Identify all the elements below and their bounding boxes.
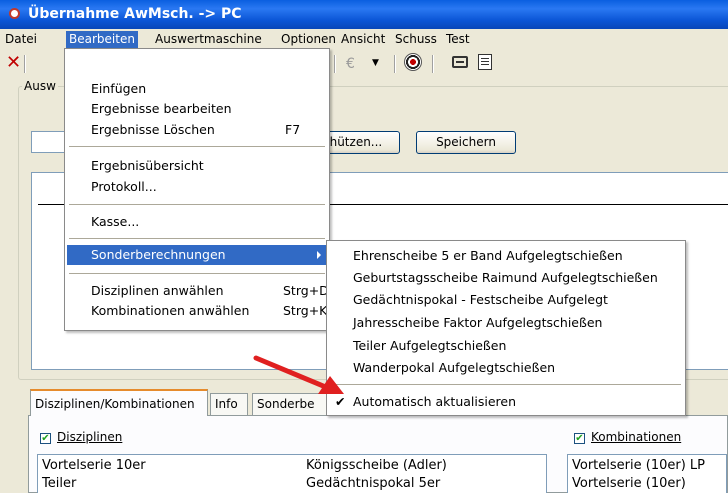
toolbar-separator xyxy=(394,55,396,73)
menu-item-label: Protokoll... xyxy=(91,179,157,194)
window-title: Übernahme AwMsch. -> PC xyxy=(28,6,242,22)
menu-test[interactable]: Test xyxy=(443,31,473,48)
list-item[interactable]: Vortelserie 10er xyxy=(42,458,146,473)
tab-info[interactable]: Info xyxy=(210,393,248,415)
menu-item-protokoll[interactable]: Protokoll... xyxy=(67,177,327,197)
menu-item-label: Einfügen xyxy=(91,81,147,96)
menu-separator xyxy=(69,146,325,147)
application-window: Übernahme AwMsch. -> PC Datei Bearbeiten… xyxy=(0,0,728,493)
toolbar-separator xyxy=(24,55,26,73)
menu-shortcut: F7 xyxy=(285,122,301,137)
menu-ansicht[interactable]: Ansicht xyxy=(338,31,388,48)
menu-item-label: Kombinationen anwählen xyxy=(91,303,250,318)
menu-item-jahresscheibe[interactable]: Jahresscheibe Faktor Aufgelegtschießen xyxy=(329,313,683,333)
menu-item-einfuegen[interactable]: Einfügen xyxy=(67,79,327,99)
menu-item-teiler[interactable]: Teiler Aufgelegtschießen xyxy=(329,336,683,356)
menu-item-label: Wanderpokal Aufgelegtschießen xyxy=(353,360,556,375)
save-button[interactable]: Speichern xyxy=(416,131,516,154)
sonderberechnungen-submenu: Ehrenscheibe 5 er Band Aufgelegtschießen… xyxy=(326,240,686,416)
menu-item-label: Disziplinen anwählen xyxy=(91,283,224,298)
menu-item-gedaechtnispokal[interactable]: Gedächtnispokal - Festscheibe Aufgelegt xyxy=(329,290,683,310)
menu-item-label: Jahresscheibe Faktor Aufgelegtschießen xyxy=(353,315,603,330)
menu-item-label: Gedächtnispokal - Festscheibe Aufgelegt xyxy=(353,292,608,307)
tab-disziplinen-kombinationen[interactable]: Disziplinen/Kombinationen xyxy=(30,389,208,416)
menu-item-label: Ergebnisse bearbeiten xyxy=(91,101,232,116)
kombinationen-checkbox[interactable]: ✔ xyxy=(574,433,585,444)
menu-separator xyxy=(69,204,325,205)
menu-item-label: Sonderberechnungen xyxy=(91,247,226,262)
menu-item-label: Automatisch aktualisieren xyxy=(353,394,516,409)
printer-icon[interactable] xyxy=(452,56,468,68)
submenu-arrow-icon xyxy=(317,251,321,259)
menu-item-kombinationen-anwaehlen[interactable]: Kombinationen anwählen Strg+K xyxy=(67,301,327,321)
app-icon[interactable] xyxy=(9,8,20,19)
menu-item-kasse[interactable]: Kasse... xyxy=(67,212,327,232)
disziplinen-checkbox[interactable]: ✔ xyxy=(40,433,51,444)
menu-item-geburtstagsscheibe[interactable]: Geburtstagsscheibe Raimund Aufgelegtschi… xyxy=(329,268,683,288)
menu-separator xyxy=(69,273,325,274)
menu-datei[interactable]: Datei xyxy=(2,31,40,48)
menu-shortcut: Strg+K xyxy=(283,303,328,318)
menu-bar: Datei Bearbeiten Auswertmaschine Optione… xyxy=(0,29,728,49)
menu-item-wanderpokal[interactable]: Wanderpokal Aufgelegtschießen xyxy=(329,358,683,378)
title-bar[interactable]: Übernahme AwMsch. -> PC xyxy=(0,0,728,29)
list-item[interactable]: Teiler xyxy=(42,476,76,491)
annotation-arrow-icon xyxy=(253,355,344,394)
target-icon[interactable] xyxy=(404,53,422,71)
list-item[interactable]: Königsscheibe (Adler) xyxy=(306,458,447,473)
menu-item-ergebnisse-bearbeiten[interactable]: Ergebnisse bearbeiten xyxy=(67,99,327,119)
kombinationen-label: Kombinationen xyxy=(591,430,681,444)
kombinationen-list[interactable]: Vortelserie (10er) LP Vortelserie (10er) xyxy=(567,454,727,493)
menu-shortcut: Strg+D xyxy=(283,283,329,298)
bearbeiten-menu: Einfügen Ergebnisse bearbeiten Ergebniss… xyxy=(64,48,330,331)
tab-panel: ✔ Disziplinen ✔ Kombinationen Vortelseri… xyxy=(28,415,728,493)
list-item[interactable]: Gedächtnispokal 5er xyxy=(306,476,440,491)
toolbar-separator xyxy=(334,55,336,73)
menu-auswertmaschine[interactable]: Auswertmaschine xyxy=(152,31,265,48)
disziplinen-label: Disziplinen xyxy=(57,430,122,444)
menu-item-ehrenscheibe[interactable]: Ehrenscheibe 5 er Band Aufgelegtschießen xyxy=(329,246,683,266)
menu-item-label: Kasse... xyxy=(91,214,140,229)
euro-icon[interactable]: € xyxy=(346,56,355,72)
list-item[interactable]: Vortelserie (10er) xyxy=(572,476,686,491)
disziplinen-list[interactable]: Vortelserie 10er Teiler Königsscheibe (A… xyxy=(37,454,547,493)
menu-bearbeiten[interactable]: Bearbeiten xyxy=(66,31,138,48)
menu-item-ergebnisse-loeschen[interactable]: Ergebnisse Löschen F7 xyxy=(67,120,327,140)
menu-separator xyxy=(331,384,681,385)
menu-item-auto-aktualisieren[interactable]: ✔ Automatisch aktualisieren xyxy=(329,392,683,412)
close-icon[interactable]: ✕ xyxy=(6,54,21,72)
menu-item-label: Geburtstagsscheibe Raimund Aufgelegtschi… xyxy=(353,270,658,285)
menu-item-ergebnisuebersicht[interactable]: Ergebnisübersicht xyxy=(67,156,327,176)
disziplinen-label-text: Disziplinen xyxy=(57,430,123,444)
group-legend: Ausw xyxy=(22,79,58,93)
menu-item-sonderberechnungen[interactable]: Sonderberechnungen xyxy=(67,245,327,265)
list-item[interactable]: Vortelserie (10er) LP xyxy=(572,458,705,473)
menu-item-disziplinen-anwaehlen[interactable]: Disziplinen anwählen Strg+D xyxy=(67,281,329,301)
menu-schuss[interactable]: Schuss xyxy=(392,31,440,48)
menu-item-label: Ehrenscheibe 5 er Band Aufgelegtschießen xyxy=(353,248,623,263)
menu-item-label: Ergebnisübersicht xyxy=(91,158,204,173)
toolbar-separator xyxy=(432,55,434,73)
menu-item-label: Teiler Aufgelegtschießen xyxy=(353,338,507,353)
menu-separator xyxy=(69,238,325,239)
menu-item-label: Ergebnisse Löschen xyxy=(91,122,215,137)
chevron-down-icon[interactable]: ▼ xyxy=(372,58,379,68)
kombinationen-label-text: Kombinationen xyxy=(591,430,682,444)
properties-icon[interactable] xyxy=(478,54,492,70)
menu-optionen[interactable]: Optionen xyxy=(278,31,339,48)
